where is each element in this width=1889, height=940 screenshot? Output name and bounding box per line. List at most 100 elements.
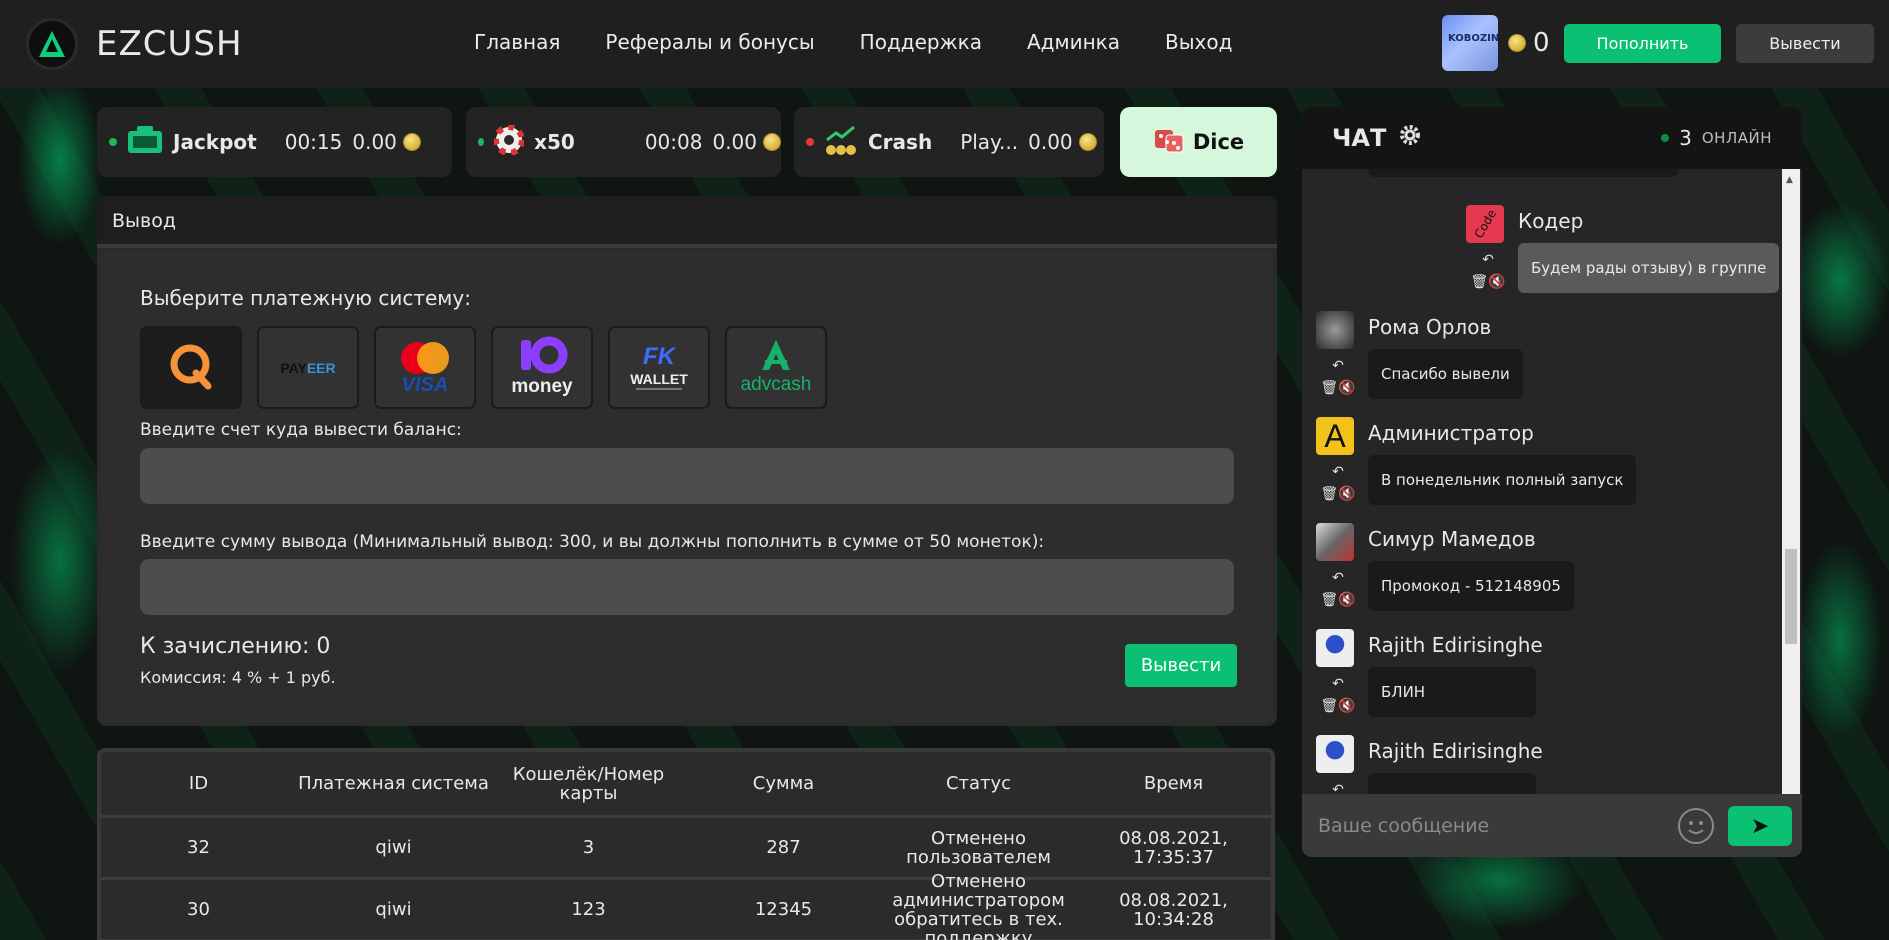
mute-icon[interactable]: 🔇 [1338, 592, 1355, 608]
svg-text:advcash: advcash [741, 374, 812, 395]
delete-icon[interactable]: 🗑 [1320, 380, 1338, 396]
mute-icon[interactable]: 🔇 [1488, 274, 1505, 290]
game-name: Crash [868, 130, 933, 154]
cell-time: 08.08.2021, 17:35:37 [1119, 827, 1228, 868]
mute-icon[interactable]: 🔇 [1338, 380, 1355, 396]
pay-option-yoomoney[interactable]: money [491, 326, 593, 409]
scroll-up-icon[interactable]: ▲ [1786, 175, 1793, 185]
delete-icon[interactable]: 🗑 [1320, 592, 1338, 608]
reply-icon[interactable]: ↶ [1332, 464, 1344, 480]
message-bubble: Промокод - 512148905 [1368, 561, 1574, 611]
message-bubble [1368, 773, 1536, 794]
chat-panel: ЧАТ 3 ОНЛАЙН Code Кодер ↶ 🗑🔇 Будем рады … [1302, 107, 1802, 857]
coin-icon [763, 133, 781, 151]
game-name: Jackpot [173, 130, 257, 154]
reply-icon[interactable]: ↶ [1332, 358, 1344, 374]
settings-gear-icon[interactable] [1398, 123, 1422, 153]
delete-icon[interactable]: 🗑 [1320, 486, 1338, 502]
jackpot-icon [127, 125, 163, 160]
reply-icon[interactable]: ↶ [1332, 570, 1344, 586]
brand-name: EZCUSH [96, 24, 243, 64]
pay-option-advcash[interactable]: advcash [725, 326, 827, 409]
col-system: Платежная система [298, 773, 489, 794]
send-button[interactable]: ➤ [1728, 806, 1792, 846]
user-avatar[interactable]: Code [1466, 205, 1504, 243]
deposit-button[interactable]: Пополнить [1564, 24, 1721, 63]
message-bubble [1368, 169, 1678, 177]
game-tile-jackpot[interactable]: Jackpot 00:15 0.00 [97, 107, 452, 177]
account-label: Введите счет куда вывести баланс: [140, 420, 462, 440]
game-timer: 00:15 [284, 130, 343, 154]
status-dot [109, 138, 117, 146]
brand-logo[interactable]: EZCUSH [26, 18, 243, 70]
account-input[interactable] [140, 448, 1234, 504]
user-avatar[interactable] [1316, 523, 1354, 561]
cell-amount: 287 [766, 837, 801, 858]
message-username[interactable]: Рома Орлов [1368, 315, 1491, 339]
svg-text:WALLET: WALLET [630, 371, 688, 387]
game-tile-crash[interactable]: Crash Play... 0.00 [794, 107, 1104, 177]
cell-system: qiwi [375, 899, 412, 920]
message-tools: ↶ 🗑🔇 [1318, 673, 1358, 717]
roulette-icon [493, 123, 526, 160]
svg-text:money: money [511, 376, 573, 396]
message-username[interactable]: Кодер [1518, 209, 1583, 233]
user-avatar[interactable] [1316, 735, 1354, 773]
pay-option-fk-wallet[interactable]: FK WALLET [608, 326, 710, 409]
table-row: 30 qiwi 123 12345 Отменено администратор… [101, 872, 1271, 940]
message-username[interactable]: Rajith Edirisinghe [1368, 633, 1543, 657]
cell-system: qiwi [375, 837, 412, 858]
message-tools: ↶ [1318, 779, 1358, 794]
message-username[interactable]: Симур Мамедов [1368, 527, 1536, 551]
svg-text:VISA: VISA [402, 374, 449, 396]
user-avatar[interactable] [1316, 311, 1354, 349]
nav-home[interactable]: Главная [474, 30, 560, 54]
reply-icon[interactable]: ↶ [1482, 252, 1494, 268]
chat-scrollbar[interactable]: ▲ [1782, 169, 1800, 794]
table-header-row: ID Платежная система Кошелёк/Номер карты… [101, 752, 1271, 818]
nav-logout[interactable]: Выход [1165, 30, 1232, 54]
scrollbar-thumb[interactable] [1785, 549, 1797, 644]
payment-systems: PAYEER VISA money FK WALLET advcash [140, 326, 827, 409]
user-avatar[interactable] [1316, 629, 1354, 667]
coin-icon [1508, 34, 1526, 52]
chat-title: ЧАТ [1332, 124, 1387, 152]
nav-admin[interactable]: Админка [1027, 30, 1120, 54]
nav-referrals[interactable]: Рефералы и бонусы [605, 30, 814, 54]
withdraw-submit-button[interactable]: Вывести [1125, 644, 1237, 687]
emoji-icon[interactable] [1678, 808, 1714, 844]
reply-icon[interactable]: ↶ [1332, 782, 1344, 794]
game-tile-dice[interactable]: Dice [1120, 107, 1277, 177]
pay-option-payeer[interactable]: PAYEER [257, 326, 359, 409]
message-bubble: БЛИН [1368, 667, 1536, 717]
withdraw-panel: Вывод Выберите платежную систему: PAYEER… [97, 196, 1277, 726]
game-amount: 0.00 [1028, 130, 1073, 154]
status-dot [478, 138, 485, 146]
mute-icon[interactable]: 🔇 [1338, 486, 1355, 502]
nav-support[interactable]: Поддержка [860, 30, 982, 54]
game-tile-x50[interactable]: x50 00:08 0.00 [466, 107, 781, 177]
cell-id: 30 [187, 899, 210, 920]
delete-icon[interactable]: 🗑 [1470, 274, 1488, 290]
withdraw-top-button[interactable]: Вывести [1736, 24, 1874, 63]
message-username[interactable]: Rajith Edirisinghe [1368, 739, 1543, 763]
pay-option-qiwi[interactable] [140, 326, 242, 409]
user-balance: 0 [1508, 28, 1550, 58]
delete-icon[interactable]: 🗑 [1320, 698, 1338, 714]
amount-input[interactable] [140, 559, 1234, 615]
game-amount: 0.00 [352, 130, 397, 154]
fee-info: Комиссия: 4 % + 1 руб. [140, 668, 336, 687]
chat-message-input[interactable] [1318, 810, 1668, 842]
cell-wallet: 3 [582, 837, 595, 858]
dice-icon [1153, 124, 1185, 161]
reply-icon[interactable]: ↶ [1332, 676, 1344, 692]
mastercard-visa-icon: VISA [393, 336, 457, 400]
user-avatar[interactable]: A [1316, 417, 1354, 455]
pay-option-mastercard-visa[interactable]: VISA [374, 326, 476, 409]
coder-avatar-text: Code [1471, 207, 1499, 241]
qiwi-icon [166, 341, 216, 395]
cell-status: Отменено пользователем [906, 827, 1051, 868]
mute-icon[interactable]: 🔇 [1338, 698, 1355, 714]
user-avatar[interactable]: KOBOZINE [1442, 15, 1498, 71]
message-username[interactable]: Администратор [1368, 421, 1534, 445]
